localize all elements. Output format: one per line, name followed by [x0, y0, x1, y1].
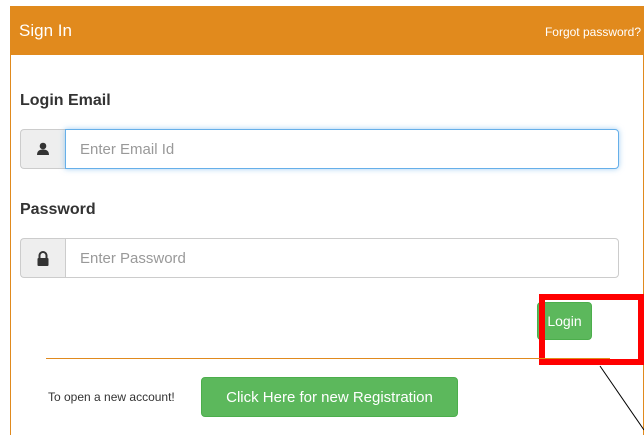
password-input-group: [20, 238, 619, 278]
panel-title: Sign In: [19, 21, 72, 40]
email-input[interactable]: [65, 129, 619, 169]
lock-icon: [20, 238, 65, 278]
email-label: Login Email: [20, 92, 111, 109]
divider: [46, 358, 610, 359]
panel-header: Sign In Forgot password?: [11, 7, 643, 55]
password-input[interactable]: [65, 238, 619, 278]
login-button[interactable]: Login: [537, 302, 592, 340]
forgot-password-link[interactable]: Forgot password?: [545, 25, 641, 39]
new-account-text: To open a new account!: [48, 390, 175, 404]
email-input-group: [20, 129, 619, 169]
user-icon: [20, 129, 65, 169]
register-button[interactable]: Click Here for new Registration: [201, 377, 458, 417]
password-label: Password: [20, 201, 96, 218]
sign-in-panel: Sign In Forgot password?: [10, 6, 644, 435]
